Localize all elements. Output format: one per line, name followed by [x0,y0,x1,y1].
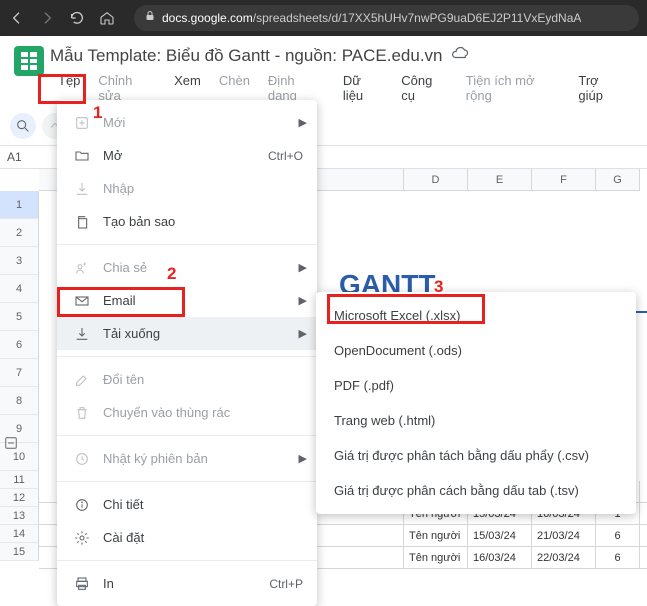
col-header[interactable]: F [532,169,596,191]
row-header[interactable]: 15 [0,543,39,561]
chevron-right-icon: ▶ [299,261,307,274]
url-bar[interactable]: docs.google.com/spreadsheets/d/17XX5hUHv… [134,5,639,31]
download-submenu: Microsoft Excel (.xlsx) OpenDocument (.o… [316,292,636,514]
file-history[interactable]: Nhật ký phiên bản▶ [57,442,317,475]
cloud-saved-icon [451,44,469,67]
menu-data[interactable]: Dữ liệu [335,69,391,107]
history-icon [71,451,93,467]
row-header[interactable]: 7 [0,359,39,387]
sheets-logo-icon[interactable] [14,46,44,76]
docs-header: Mẫu Template: Biểu đồ Gantt - nguồn: PAC… [0,36,647,107]
download-icon [71,326,93,342]
share-icon [71,260,93,276]
file-email[interactable]: Email▶ [57,284,317,317]
url-text: docs.google.com/spreadsheets/d/17XX5hUHv… [162,11,581,25]
annotation-label-3: 3 [434,277,443,297]
download-ods[interactable]: OpenDocument (.ods) [316,333,636,368]
download-tsv[interactable]: Giá trị được phân cách bằng dấu tab (.ts… [316,473,636,508]
file-dropdown: Mới▶ MởCtrl+O Nhập Tạo bản sao Chia sẻ▶ … [57,100,317,606]
col-header[interactable]: G [596,169,640,191]
forward-button[interactable] [38,9,56,27]
cell-reference[interactable]: A1 [1,150,41,164]
home-button[interactable] [98,9,116,27]
reload-button[interactable] [68,9,86,27]
row-header[interactable]: 12 [0,489,39,507]
file-rename[interactable]: Đổi tên [57,363,317,396]
email-icon [71,293,93,309]
row-header[interactable]: 1 [0,191,39,219]
chevron-right-icon: ▶ [299,327,307,340]
download-pdf[interactable]: PDF (.pdf) [316,368,636,403]
group-toggle-icon[interactable] [4,436,18,455]
browser-toolbar: docs.google.com/spreadsheets/d/17XX5hUHv… [0,0,647,36]
row-header[interactable]: 13 [0,507,39,525]
menu-extensions[interactable]: Tiện ích mở rộng [458,69,569,107]
print-icon [71,576,93,592]
plus-icon [71,115,93,131]
info-icon [71,497,93,513]
rename-icon [71,372,93,388]
annotation-label-1: 1 [93,103,102,123]
download-xlsx[interactable]: Microsoft Excel (.xlsx) [316,298,636,333]
search-menus-button[interactable] [10,113,36,139]
lock-icon [144,9,156,27]
import-icon [71,181,93,197]
col-header[interactable]: E [468,169,532,191]
download-html[interactable]: Trang web (.html) [316,403,636,438]
col-header[interactable]: D [404,169,468,191]
gear-icon [71,530,93,546]
menu-help[interactable]: Trợ giúp [570,69,633,107]
chevron-right-icon: ▶ [299,116,307,129]
chevron-right-icon: ▶ [299,452,307,465]
file-import[interactable]: Nhập [57,172,317,205]
file-make-copy[interactable]: Tạo bản sao [57,205,317,238]
file-open[interactable]: MởCtrl+O [57,139,317,172]
file-trash[interactable]: Chuyển vào thùng rác [57,396,317,429]
document-title[interactable]: Mẫu Template: Biểu đồ Gantt - nguồn: PAC… [50,46,443,66]
file-share[interactable]: Chia sẻ▶ [57,251,317,284]
row-header[interactable]: 5 [0,303,39,331]
row-header[interactable]: 11 [0,471,39,489]
row-header[interactable]: 4 [0,275,39,303]
file-print[interactable]: InCtrl+P [57,567,317,600]
row-header[interactable]: 6 [0,331,39,359]
back-button[interactable] [8,9,26,27]
row-headers: 1 2 3 4 5 6 7 8 9 10 11 12 13 14 15 [0,191,39,561]
chevron-right-icon: ▶ [299,294,307,307]
trash-icon [71,405,93,421]
file-details[interactable]: Chi tiết [57,488,317,521]
annotation-label-2: 2 [167,264,176,284]
copy-icon [71,214,93,230]
row-header[interactable]: 14 [0,525,39,543]
folder-icon [71,148,93,164]
row-header[interactable]: 2 [0,219,39,247]
file-download[interactable]: Tải xuống▶ [57,317,317,350]
file-settings[interactable]: Cài đặt [57,521,317,554]
row-header[interactable]: 8 [0,387,39,415]
menu-tools[interactable]: Công cụ [393,69,456,107]
download-csv[interactable]: Giá trị được phân tách bằng dấu phẩy (.c… [316,438,636,473]
row-header[interactable]: 3 [0,247,39,275]
